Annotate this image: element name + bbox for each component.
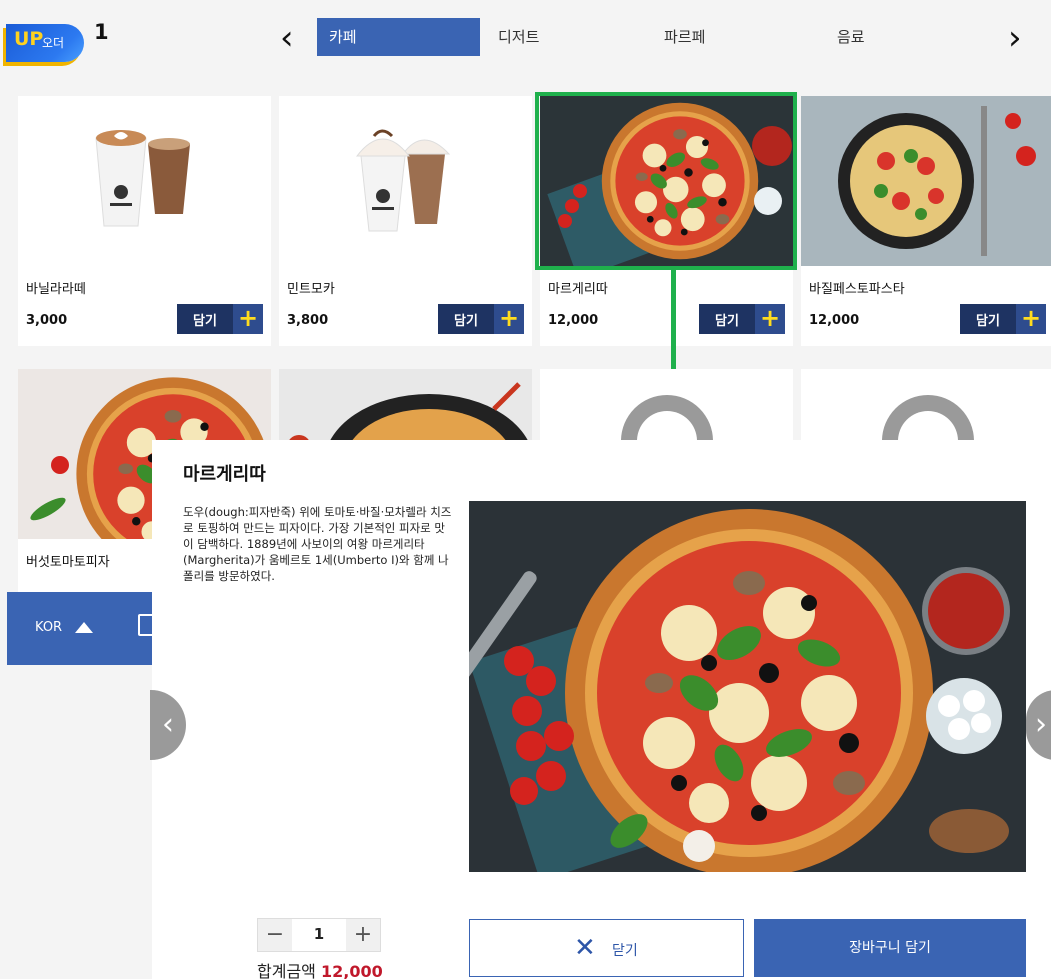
latte-cups-image <box>18 96 271 266</box>
language-selector[interactable]: KOR <box>7 592 154 665</box>
top-bar: UP 오더 1 ‹ 카페 디저트 파르페 음료 › <box>0 0 1051 80</box>
detail-product-image <box>469 501 1026 872</box>
quantity-stepper: − 1 + <box>257 918 381 952</box>
detail-description: 도우(dough:피자반죽) 위에 토마토·바질·모차렐라 치즈로 토핑하여 만… <box>183 505 452 583</box>
quantity-value: 1 <box>313 925 325 943</box>
add-to-cart-button[interactable]: 담기 + <box>438 304 524 334</box>
upoder-logo: UP 오더 <box>6 24 84 62</box>
chevron-right-icon: › <box>1035 707 1047 742</box>
add-to-cart-button[interactable]: 담기 + <box>177 304 263 334</box>
caret-up-icon <box>75 622 93 633</box>
language-label: KOR <box>35 620 63 635</box>
product-card-basil-pesto-pasta[interactable]: 바질페스토파스타 12,000 담기 + <box>801 96 1051 346</box>
chevron-left-icon: ‹ <box>162 707 174 742</box>
product-name: 바닐라라떼 <box>26 282 86 297</box>
plus-icon[interactable]: + <box>346 919 380 951</box>
basil-pasta-image <box>801 96 1051 266</box>
product-card-placeholder[interactable] <box>801 369 1051 440</box>
plus-icon: + <box>755 304 785 334</box>
product-card-mint-mocha[interactable]: 민트모카 3,800 담기 + <box>279 96 532 346</box>
chevron-right-icon[interactable]: › <box>1008 20 1022 56</box>
product-card-vanilla-latte[interactable]: 바닐라라떼 3,000 담기 + <box>18 96 271 346</box>
add-to-cart-button[interactable]: 담기 + <box>699 304 785 334</box>
add-to-cart-main-button[interactable]: 장바구니 담기 <box>754 919 1026 977</box>
add-button-label: 담기 <box>976 314 1000 329</box>
add-button-label: 담기 <box>193 314 217 329</box>
tab-parfait[interactable]: 파르페 <box>652 18 772 56</box>
logo-up-text: UP <box>14 28 44 50</box>
logo-order-text: 오더 <box>42 36 65 50</box>
chevron-left-icon[interactable]: ‹ <box>280 20 294 56</box>
add-button-label: 담기 <box>454 314 478 329</box>
close-button[interactable]: ✕ 닫기 <box>469 919 744 977</box>
close-button-label: 닫기 <box>612 943 638 959</box>
detail-title: 마르게리따 <box>183 464 266 485</box>
product-price: 12,000 <box>809 313 860 328</box>
total-amount: 합계금액 12,000 <box>257 958 383 979</box>
placeholder-icon <box>621 395 713 440</box>
product-card-placeholder[interactable] <box>540 369 793 440</box>
plus-icon: + <box>1016 304 1046 334</box>
product-name: 버섯토마토피자 <box>26 555 110 570</box>
close-icon: ✕ <box>574 933 596 963</box>
tab-cafe[interactable]: 카페 <box>317 18 480 56</box>
placeholder-icon <box>882 395 974 440</box>
product-price: 3,000 <box>26 313 68 328</box>
product-name: 마르게리따 <box>548 282 608 297</box>
table-number: 1 <box>94 20 109 44</box>
mocha-cups-image <box>279 96 532 266</box>
skillet-pizza-image <box>279 369 532 440</box>
plus-icon: + <box>494 304 524 334</box>
minus-icon[interactable]: − <box>258 919 292 951</box>
product-card-skillet-pizza[interactable] <box>279 369 532 440</box>
tab-dessert[interactable]: 디저트 <box>486 18 606 56</box>
total-value: 12,000 <box>320 962 383 979</box>
product-price: 12,000 <box>548 313 599 328</box>
product-name: 민트모카 <box>287 282 335 297</box>
add-button-label: 담기 <box>715 314 739 329</box>
add-to-cart-button[interactable]: 담기 + <box>960 304 1046 334</box>
total-label: 합계금액 <box>257 962 316 979</box>
tab-beverage[interactable]: 음료 <box>825 18 945 56</box>
selected-item-highlight <box>535 92 797 270</box>
product-name: 바질페스토파스타 <box>809 282 905 297</box>
product-price: 3,800 <box>287 313 329 328</box>
plus-icon: + <box>233 304 263 334</box>
